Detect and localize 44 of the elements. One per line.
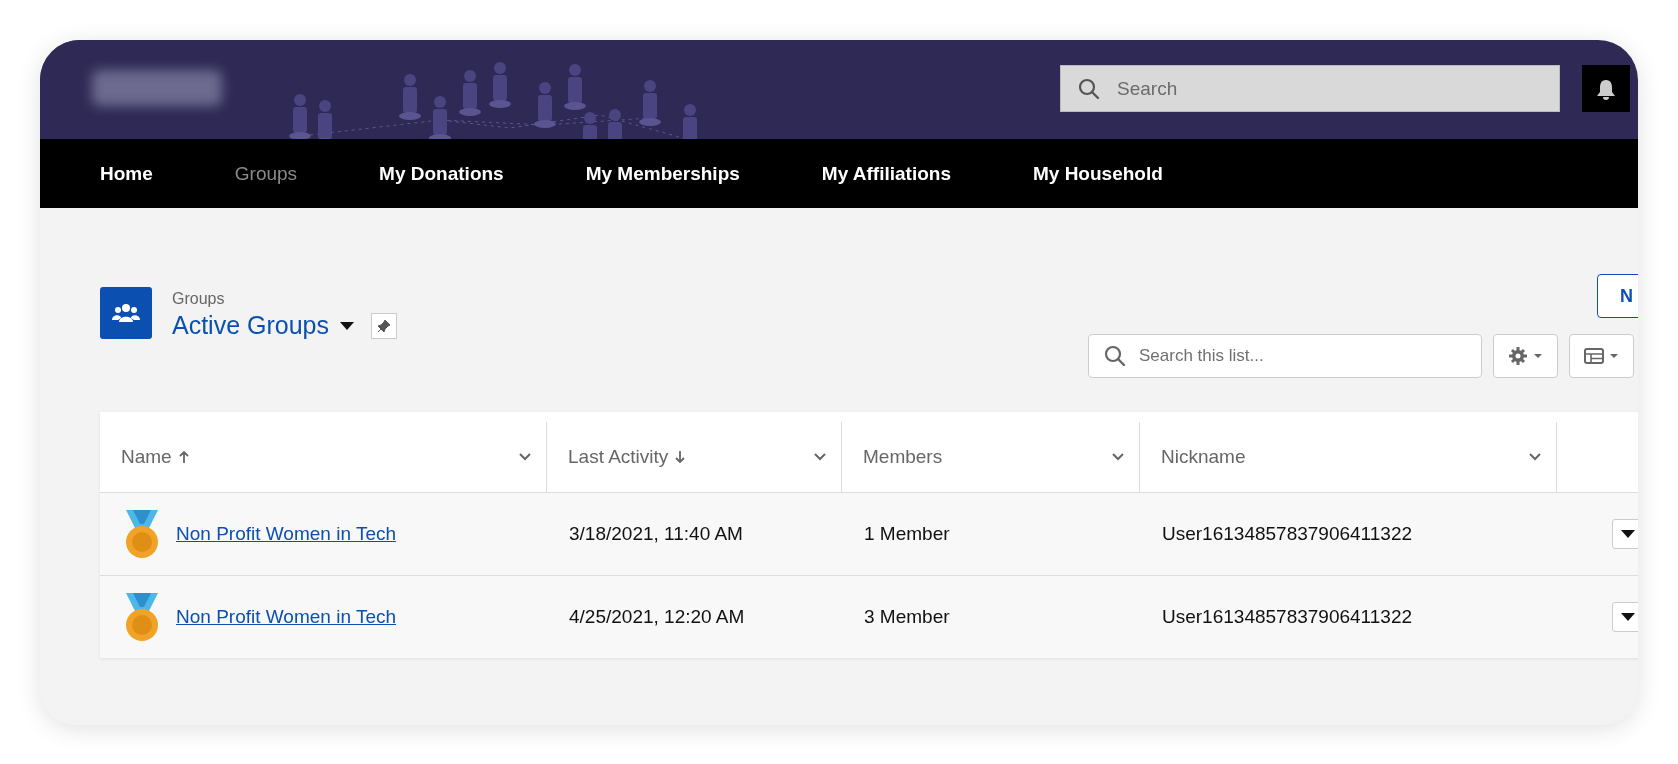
list-search-field[interactable]: Search this list... — [1088, 334, 1482, 378]
members-cell-text: 3 Member — [863, 606, 951, 628]
last-activity-cell-text: 4/25/2021, 12:20 AM — [568, 606, 746, 628]
group-link[interactable]: Non Profit Women in Tech — [176, 606, 396, 628]
new-button[interactable]: N — [1597, 274, 1638, 318]
arrow-down-icon — [674, 450, 687, 464]
settings-icon — [1507, 346, 1544, 366]
row-actions-button[interactable] — [1612, 602, 1638, 632]
search-icon — [1078, 77, 1100, 100]
pin-button[interactable] — [371, 312, 397, 339]
list-view-title[interactable]: Active Groups — [172, 311, 329, 340]
nickname-cell-text: User16134857837906411322 — [1161, 606, 1414, 628]
last-activity-cell-text: 3/18/2021, 11:40 AM — [568, 523, 744, 545]
search-icon — [1104, 345, 1126, 367]
column-header[interactable]: Last Activity — [568, 446, 669, 468]
chevron-down-icon[interactable] — [1111, 452, 1125, 462]
caret-icon — [1621, 612, 1635, 622]
nav-tab[interactable]: My Affiliations — [821, 162, 951, 185]
nav-tab[interactable]: My Household — [1032, 162, 1163, 185]
column-header[interactable]: Members — [863, 446, 943, 468]
nav-tab[interactable]: Home — [100, 162, 153, 185]
nav-tab[interactable]: Groups — [234, 162, 298, 185]
caret-icon — [1621, 529, 1635, 539]
chevron-down-icon[interactable] — [518, 452, 532, 462]
members-cell-text: 1 Member — [863, 523, 951, 545]
chevron-down-icon[interactable] — [1528, 452, 1542, 462]
group-link[interactable]: Non Profit Women in Tech — [176, 523, 396, 545]
display-as-button[interactable] — [1569, 334, 1634, 378]
pin-icon — [377, 318, 391, 333]
notification-button[interactable] — [1582, 65, 1630, 112]
settings-button[interactable] — [1493, 334, 1558, 378]
object-label: Groups — [172, 290, 226, 308]
nav-tab[interactable]: My Donations — [379, 162, 504, 185]
column-header[interactable]: Name — [121, 446, 172, 468]
row-actions-button[interactable] — [1612, 519, 1638, 549]
nickname-cell-text: User16134857837906411322 — [1161, 523, 1414, 545]
nav-tab[interactable]: My Memberships — [585, 162, 740, 185]
arrow-up-icon — [177, 450, 190, 464]
search-field[interactable]: Search — [1060, 65, 1560, 112]
column-header[interactable]: Nickname — [1161, 446, 1246, 468]
chevron-down-icon[interactable] — [813, 452, 827, 462]
table-icon — [1583, 346, 1620, 366]
caret-icon[interactable] — [339, 320, 355, 331]
groups-icon — [100, 287, 152, 339]
